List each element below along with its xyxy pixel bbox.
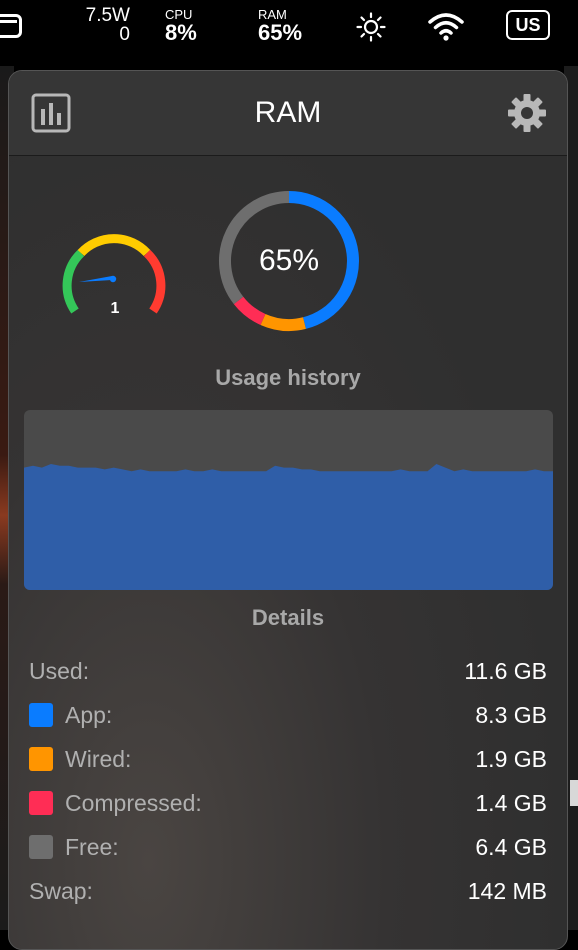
detail-value: 1.9 GB xyxy=(475,746,547,772)
detail-row: Wired: 1.9 GB xyxy=(29,737,547,781)
cpu-value: 8% xyxy=(165,20,197,45)
brightness-icon[interactable] xyxy=(356,12,386,42)
input-source-indicator[interactable]: US xyxy=(506,10,550,40)
detail-label: Wired: xyxy=(65,746,132,772)
pressure-value: 1 xyxy=(111,300,120,317)
detail-label: App: xyxy=(65,702,113,728)
donut-segment-compressed xyxy=(233,296,266,325)
detail-row: Used: 11.6 GB xyxy=(29,649,547,693)
donut-segment-wired xyxy=(260,313,306,331)
detail-row: App: 8.3 GB xyxy=(29,693,547,737)
popover-header: RAM xyxy=(9,71,567,156)
memory-pressure-gauge: 1 xyxy=(62,234,166,317)
detail-value: 1.4 GB xyxy=(475,790,547,816)
window-edge xyxy=(570,780,578,806)
ram-usage-percent: 65% xyxy=(258,244,320,277)
detail-row: Swap: 142 MB xyxy=(29,869,547,913)
detail-label: Used: xyxy=(29,658,90,684)
power-indicator[interactable]: 7.5W 0 xyxy=(70,6,130,44)
detail-row: Compressed: 1.4 GB xyxy=(29,781,547,825)
power-watts: 7.5W xyxy=(85,5,130,26)
cpu-indicator[interactable]: CPU 8% xyxy=(165,8,197,44)
detail-label: Swap: xyxy=(29,878,93,904)
detail-value: 8.3 GB xyxy=(475,702,547,728)
detail-row: Free: 6.4 GB xyxy=(29,825,547,869)
ram-indicator[interactable]: RAM 65% xyxy=(258,8,302,44)
detail-value: 142 MB xyxy=(467,878,547,904)
menu-bar: 7.5W 0 CPU 8% RAM 65% US xyxy=(0,0,578,66)
detail-label: Free: xyxy=(65,834,119,860)
usage-history-chart xyxy=(24,410,553,590)
battery-icon[interactable] xyxy=(0,14,22,38)
power-secondary: 0 xyxy=(119,24,130,45)
detail-value: 6.4 GB xyxy=(475,834,547,860)
usage-history-title: Usage history xyxy=(215,365,361,390)
ram-value: 65% xyxy=(258,20,303,45)
legend-swatch xyxy=(29,791,53,815)
gear-icon[interactable] xyxy=(507,93,547,133)
details-title: Details xyxy=(251,605,325,630)
popover-title: RAM xyxy=(254,96,322,129)
ram-popover: RAM 1 65% Usage history Details Used: 11… xyxy=(8,70,568,950)
detail-label: Compressed: xyxy=(65,790,202,816)
detail-value: 11.6 GB xyxy=(464,658,547,684)
wifi-icon[interactable] xyxy=(428,12,464,42)
gauge-needle xyxy=(79,276,112,282)
legend-swatch xyxy=(29,835,53,859)
legend-swatch xyxy=(29,703,53,727)
usage-history-area xyxy=(24,464,553,590)
legend-swatch xyxy=(29,747,53,771)
